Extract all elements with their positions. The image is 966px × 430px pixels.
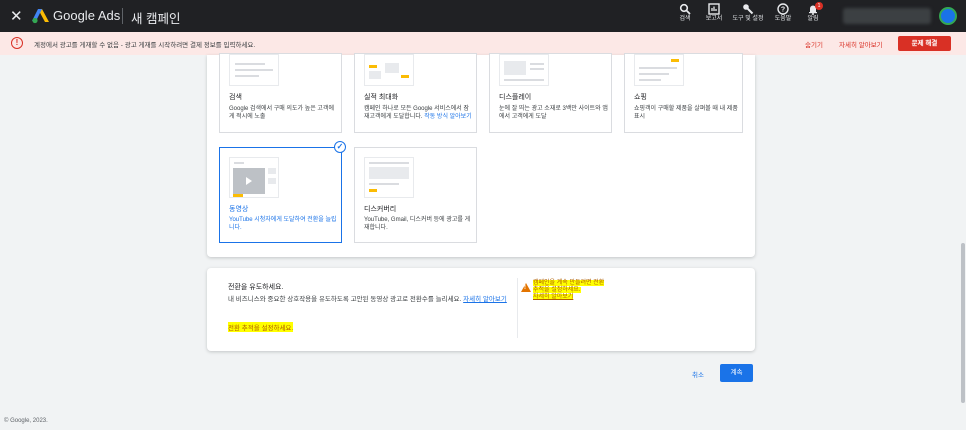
tile-title: 실적 최대화 [364, 94, 399, 101]
brand-name: Google Ads [53, 8, 121, 23]
how-it-works-link[interactable]: 작동 방식 알아보기 [424, 114, 472, 120]
conversion-goal-card: 전환을 유도하세요. 내 비즈니스와 중요한 상호작용을 유도하도록 고안된 동… [207, 268, 755, 351]
search-thumbnail [229, 54, 279, 86]
notification-badge: 1 [815, 2, 823, 10]
goal-tile-search[interactable]: 검색 Google 검색에서 구매 의도가 높은 고객에게 적시에 노출 [219, 53, 342, 133]
alert-hide-link[interactable]: 숨기기 [805, 39, 823, 49]
tool-label: 도움말 [774, 16, 792, 22]
display-thumbnail [499, 54, 549, 86]
tile-description: YouTube 시청자에게 도달하여 전환을 늘립니다. [229, 217, 337, 231]
page-scrollbar[interactable] [961, 243, 965, 403]
selected-check-icon: ✓ [334, 141, 346, 153]
help-icon: ? [777, 3, 789, 15]
page-title: 새 캠페인 [131, 12, 181, 26]
warning-line-2: 추적을 설정하세요. [533, 287, 581, 293]
tile-description: 캠페인 하나로 모든 Google 서비스에서 잠재고객에게 도달합니다. 작동… [364, 105, 474, 121]
campaign-type-card: 검색 Google 검색에서 구매 의도가 높은 고객에게 적시에 노출 실적 … [207, 53, 755, 257]
video-thumbnail [229, 157, 279, 198]
conversion-description-text: 내 비즈니스와 중요한 상호작용을 유도하도록 고안된 동영상 광고로 전환수를… [228, 296, 462, 303]
goal-tile-discovery[interactable]: 디스커버리 YouTube, Gmail, 디스커버 등에 광고를 게재합니다. [354, 147, 477, 243]
goal-tile-performance-max[interactable]: 실적 최대화 캠페인 하나로 모든 Google 서비스에서 잠재고객에게 도달… [354, 53, 477, 133]
setup-conversion-tracking-link[interactable]: 전환 추적을 설정하세요. [228, 322, 294, 332]
conversion-warning: 캠페인을 계속 만들려면 전환 추적을 설정하세요. 자세히 알아보기 [533, 280, 623, 301]
play-icon [246, 177, 252, 185]
tool-label: 보고서 [705, 16, 723, 22]
performance-max-thumbnail [364, 54, 414, 86]
fix-issue-button[interactable]: 문제 해결 [898, 36, 951, 51]
conversion-title: 전환을 유도하세요. [228, 284, 284, 291]
account-info[interactable] [843, 8, 931, 24]
discovery-thumbnail [364, 157, 414, 198]
tile-description: YouTube, Gmail, 디스커버 등에 광고를 게재합니다. [364, 217, 471, 231]
tile-title: 동영상 [229, 206, 249, 213]
copyright: © Google, 2023. [4, 418, 48, 424]
tool-help[interactable]: ? 도움말 [766, 3, 800, 23]
cancel-button[interactable]: 취소 [692, 369, 704, 379]
tool-label: 알림 [807, 16, 819, 22]
search-icon [679, 3, 691, 15]
warning-line-1: 캠페인을 계속 만들려면 전환 [533, 280, 605, 286]
tool-reports[interactable]: 보고서 [697, 3, 731, 23]
conversion-learn-more-link[interactable]: 자세히 알아보기 [463, 296, 507, 303]
goal-tile-display[interactable]: 디스플레이 눈에 잘 띄는 광고 소재로 3백만 사이트와 앱에서 고객에게 도… [489, 53, 612, 133]
title-divider [122, 8, 123, 24]
goal-tile-shopping[interactable]: 쇼핑 쇼핑객이 구매할 제품을 살펴볼 때 내 제품 표시 [624, 53, 743, 133]
tile-title: 디스커버리 [364, 206, 397, 213]
close-icon[interactable]: ✕ [10, 7, 23, 25]
conversion-description: 내 비즈니스와 중요한 상호작용을 유도하도록 고안된 동영상 광고로 전환수를… [228, 295, 508, 304]
goal-tile-video[interactable]: 동영상 YouTube 시청자에게 도달하여 전환을 늘립니다. [219, 147, 342, 243]
report-icon [708, 3, 720, 15]
top-app-bar: ✕ Google Ads 새 캠페인 검색 보고서 도구 및 설정 ? 도움말 … [0, 0, 966, 32]
alert-learn-more-link[interactable]: 자세히 알아보기 [839, 39, 883, 49]
tool-tools-settings[interactable]: 도구 및 설정 [731, 3, 765, 23]
tile-title: 검색 [229, 94, 242, 101]
warning-mark: ! [524, 285, 526, 291]
avatar[interactable] [939, 7, 957, 25]
wrench-icon [743, 4, 754, 15]
continue-button[interactable]: 계속 [720, 364, 753, 382]
tile-title: 쇼핑 [634, 94, 647, 101]
shopping-thumbnail [634, 54, 684, 86]
tile-description: 눈에 잘 띄는 광고 소재로 3백만 사이트와 앱에서 고객에게 도달 [499, 106, 608, 120]
tile-description: 쇼핑객이 구매할 제품을 살펴볼 때 내 제품 표시 [634, 106, 738, 120]
tile-title: 디스플레이 [499, 94, 532, 101]
alert-message: 계정에서 광고를 게재할 수 없음 - 광고 게재를 시작하려면 결제 정보를 … [34, 42, 256, 49]
alert-icon: ! [11, 37, 23, 49]
warning-icon [521, 283, 531, 292]
conversion-divider [517, 278, 518, 338]
billing-alert-bar: ! 계정에서 광고를 게재할 수 없음 - 광고 게재를 시작하려면 결제 정보… [0, 32, 966, 55]
svg-text:?: ? [781, 7, 785, 14]
tool-notifications[interactable]: 1 알림 [796, 2, 830, 23]
tile-description: Google 검색에서 구매 의도가 높은 고객에게 적시에 노출 [229, 106, 334, 120]
google-ads-logo [32, 9, 49, 24]
warning-learn-more-link[interactable]: 자세히 알아보기 [533, 294, 574, 300]
tool-label: 도구 및 설정 [732, 16, 764, 22]
